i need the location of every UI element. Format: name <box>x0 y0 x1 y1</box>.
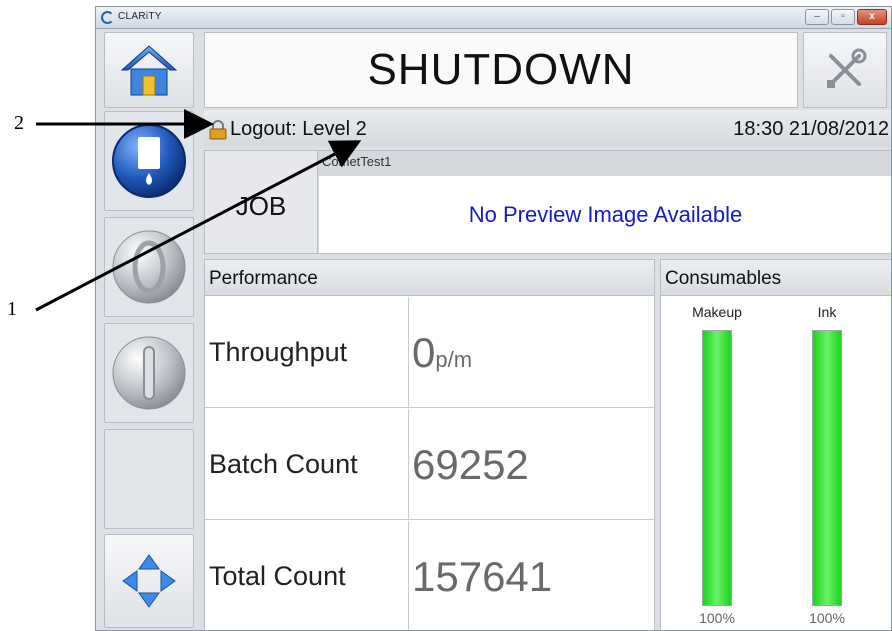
start-icon <box>112 230 186 304</box>
total-count-value: 157641 <box>412 552 553 600</box>
callout-label-2: 2 <box>14 112 24 134</box>
tools-icon <box>827 48 867 88</box>
throughput-label: Throughput <box>209 297 409 408</box>
makeup-level-bar <box>702 330 732 606</box>
logout-level-button[interactable]: Logout: Level 2 <box>230 118 367 141</box>
total-count-label: Total Count <box>209 521 409 630</box>
job-preview[interactable]: No Preview Image Available <box>319 176 891 253</box>
status-bar: Logout: Level 2 18:30 21/08/2012 <box>204 110 891 146</box>
throughput-value: 0 <box>412 328 436 376</box>
navigate-button[interactable] <box>104 534 194 628</box>
callout-label-1: 1 <box>7 298 17 320</box>
preview-message: No Preview Image Available <box>468 201 743 227</box>
throughput-value-box: 0 p/m <box>412 297 472 408</box>
date-time: 18:30 21/08/2012 <box>733 118 889 140</box>
makeup-level-fill <box>703 331 731 605</box>
lock-icon[interactable] <box>209 120 227 140</box>
batch-count-value[interactable]: 69252 <box>412 409 529 520</box>
makeup-label: Makeup <box>692 304 742 320</box>
ink-icon <box>112 124 186 198</box>
ink-label: Ink <box>817 304 837 320</box>
ink-level-fill <box>813 331 841 605</box>
window-title: CLARiTY <box>118 11 162 22</box>
start-button[interactable] <box>104 217 194 317</box>
batch-count-row: Batch Count 69252 <box>205 409 656 520</box>
consumables-title: Consumables <box>661 260 891 296</box>
empty-nav-slot <box>104 429 194 529</box>
ink-system-button[interactable] <box>104 111 194 211</box>
home-icon <box>120 45 178 96</box>
minimize-button[interactable]: – <box>805 9 829 25</box>
batch-count-label: Batch Count <box>209 409 409 520</box>
printer-state-display: SHUTDOWN <box>204 32 798 108</box>
consumables-panel[interactable]: Consumables Makeup 100% Ink 100% <box>660 259 891 630</box>
ink-percent: 100% <box>809 610 845 626</box>
stop-button[interactable] <box>104 323 194 423</box>
home-button[interactable] <box>104 32 194 108</box>
clarity-logo-icon <box>101 11 114 24</box>
tools-button[interactable] <box>803 32 887 108</box>
printer-state: SHUTDOWN <box>367 45 635 94</box>
maximize-button[interactable]: ▫ <box>831 9 855 25</box>
navigate-arrows-icon <box>122 554 176 608</box>
close-button[interactable]: x <box>857 9 887 25</box>
throughput-row: Throughput 0 p/m <box>205 297 656 408</box>
makeup-column: Makeup 100% <box>669 296 765 630</box>
job-button-label: JOB <box>235 190 287 221</box>
job-name: CometTest1 <box>322 154 392 169</box>
ink-column: Ink 100% <box>779 296 875 630</box>
performance-panel: Performance Throughput 0 p/m Batch Count… <box>204 259 656 630</box>
performance-title: Performance <box>205 260 654 296</box>
throughput-unit: p/m <box>435 346 473 372</box>
total-count-row: Total Count 157641 <box>205 521 656 630</box>
makeup-percent: 100% <box>699 610 735 626</box>
clarity-window: CLARiTY – ▫ x SHUTDOWN Logout: Level 2 1… <box>95 6 892 631</box>
stop-icon <box>112 336 186 410</box>
title-bar: CLARiTY – ▫ x <box>96 7 891 29</box>
job-button[interactable]: JOB <box>205 151 318 253</box>
ink-level-bar <box>812 330 842 606</box>
job-area: JOB CometTest1 No Preview Image Availabl… <box>204 150 891 254</box>
